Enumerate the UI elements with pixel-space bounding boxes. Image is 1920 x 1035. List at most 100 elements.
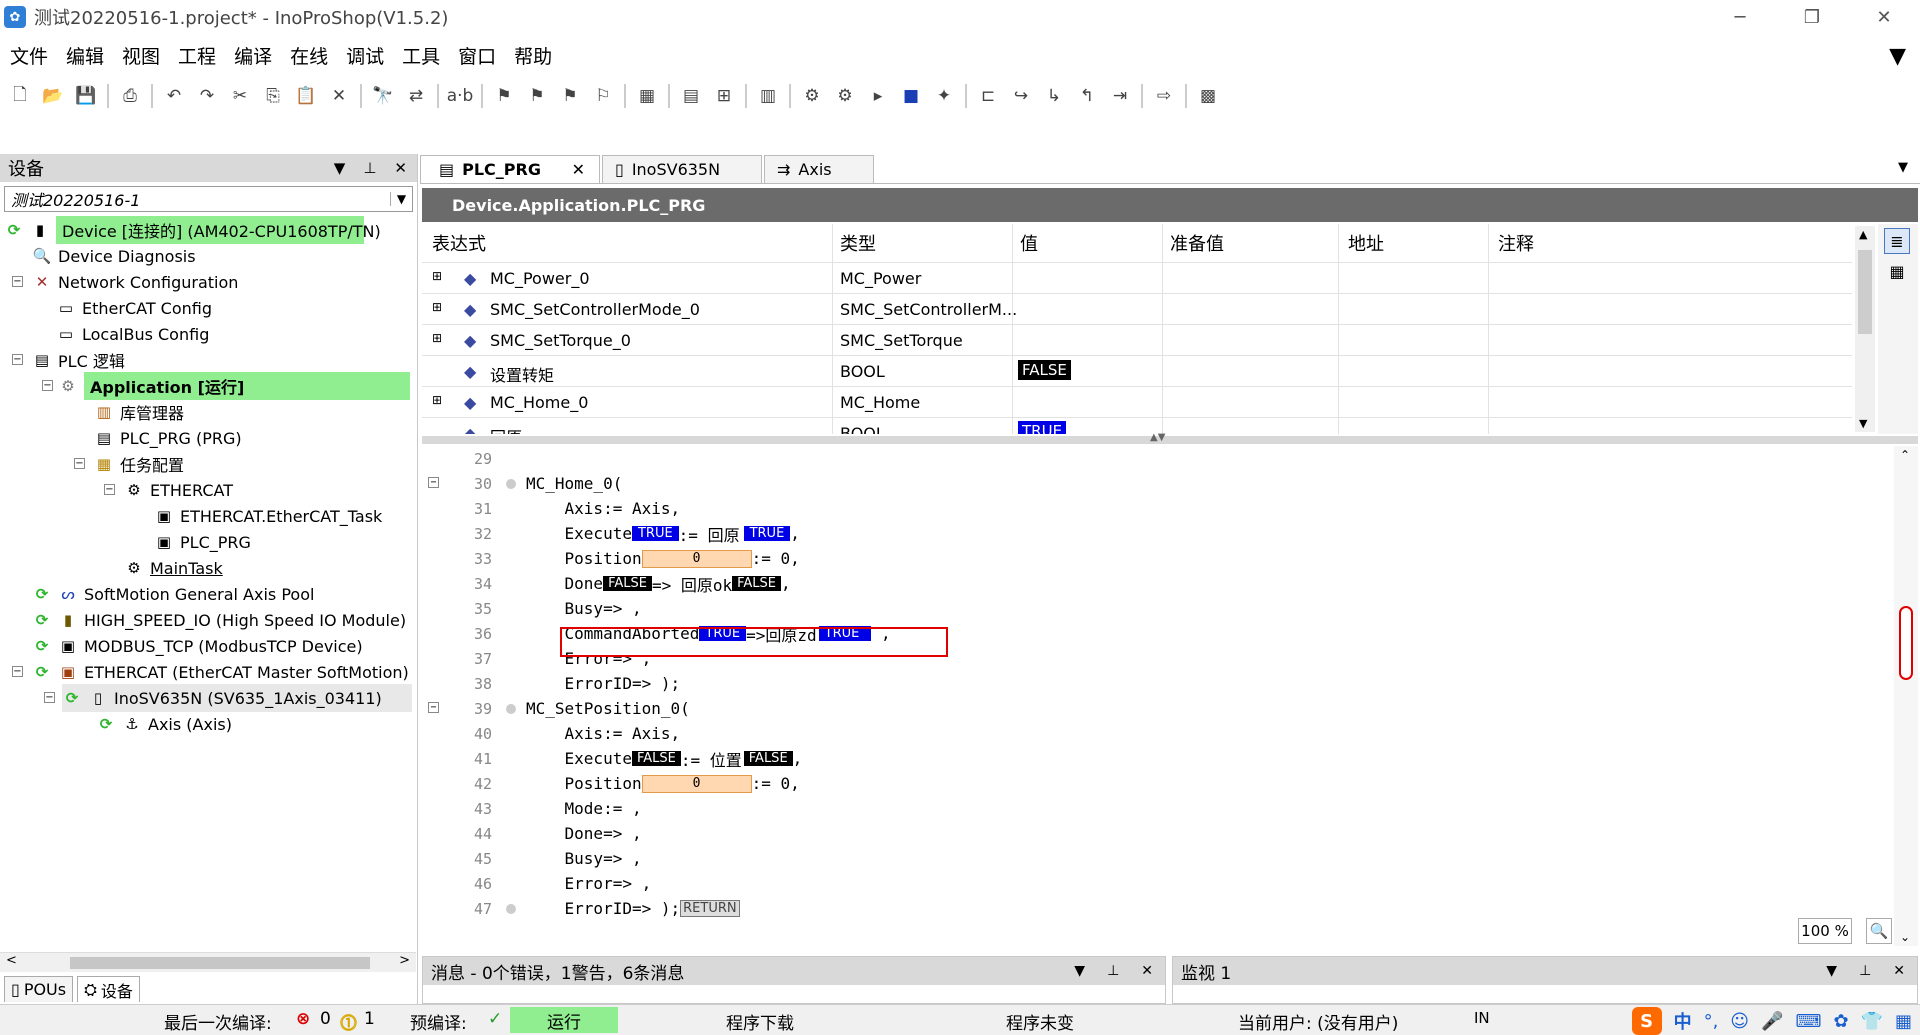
panel-menu-icon[interactable]: ▼ <box>334 159 346 177</box>
fold-icon[interactable]: − <box>428 477 439 488</box>
collapse-icon[interactable]: − <box>42 380 53 391</box>
step-over-icon[interactable]: ↪ <box>1009 84 1033 108</box>
emoji-icon[interactable]: ☺ <box>1730 1011 1749 1032</box>
tree-item-axis[interactable]: ⟳ ⚓ Axis (Axis) <box>96 710 232 738</box>
shirt-icon[interactable]: 👕 <box>1861 1011 1883 1032</box>
collapse-icon[interactable]: − <box>12 666 23 677</box>
panel-menu-icon[interactable]: ▼ <box>1074 963 1085 979</box>
skin-icon[interactable]: ✿ <box>1833 1011 1848 1032</box>
bookmark-prev-icon[interactable]: ⚑ <box>558 84 582 108</box>
tree-item-library-manager[interactable]: ▥ 库管理器 <box>94 398 184 426</box>
tree-item-ethercat-task-call[interactable]: ▣ ETHERCAT.EtherCAT_Task <box>154 502 382 530</box>
microphone-icon[interactable]: 🎤 <box>1761 1011 1783 1032</box>
breakpoint-marker[interactable] <box>506 478 516 489</box>
redo-icon[interactable]: ↷ <box>195 84 219 108</box>
close-button[interactable]: ✕ <box>1848 0 1920 34</box>
table-row[interactable]: ⊞ ◆ MC_Power_0 MC_Power <box>422 262 1852 293</box>
collapse-icon[interactable]: − <box>44 692 55 703</box>
filter-icon[interactable]: ▼ <box>1889 44 1906 69</box>
delete-icon[interactable]: ✕ <box>327 84 351 108</box>
tree-item-plc-prg-call[interactable]: ▣ PLC_PRG <box>154 528 251 556</box>
tree-item-application[interactable]: − ⚙ Application [运行] <box>42 372 412 400</box>
build-icon[interactable]: ▦ <box>635 84 659 108</box>
scroll-up-icon[interactable]: ⌃ <box>1900 448 1910 462</box>
tab-inosv635n[interactable]: ▯ InoSV635N <box>602 155 762 183</box>
bookmark-icon[interactable]: ⚑ <box>492 84 516 108</box>
column-header-expression[interactable]: 表达式 <box>432 230 486 256</box>
panel-close-icon[interactable]: ✕ <box>1141 963 1153 979</box>
tree-item-axis-pool[interactable]: ⟳ ᔕ SoftMotion General Axis Pool <box>32 580 315 608</box>
inline-monitor-value[interactable]: FALSE <box>732 576 782 591</box>
menu-build[interactable]: 编译 <box>234 42 272 69</box>
inline-monitor-value[interactable]: 0 <box>641 549 752 568</box>
sequence-icon[interactable]: ⇨ <box>1152 84 1176 108</box>
inline-monitor-value[interactable]: TRUE <box>631 526 679 541</box>
login-icon[interactable]: ⚙ <box>800 84 824 108</box>
pin-icon[interactable]: ⊥ <box>1107 963 1119 979</box>
tabular-view-icon[interactable]: ▦ <box>1884 258 1910 284</box>
panel-close-icon[interactable]: ✕ <box>394 159 407 177</box>
column-header-comment[interactable]: 注释 <box>1498 230 1534 256</box>
tab-axis[interactable]: ⇉ Axis <box>764 155 874 183</box>
scroll-right-icon[interactable]: > <box>399 953 410 968</box>
tree-item-localbus-config[interactable]: ▭ LocalBus Config <box>56 320 209 348</box>
tree-item-high-speed-io[interactable]: ⟳ ▮ HIGH_SPEED_IO (High Speed IO Module) <box>32 606 406 634</box>
save-icon[interactable]: 💾 <box>74 84 98 108</box>
add-object-icon[interactable]: ⊞ <box>712 84 736 108</box>
toolbox-icon[interactable]: ▦ <box>1895 1011 1912 1032</box>
column-header-type[interactable]: 类型 <box>840 230 876 256</box>
restore-button[interactable]: ❐ <box>1776 0 1848 34</box>
step-into-icon[interactable]: ↳ <box>1042 84 1066 108</box>
inline-monitor-value[interactable]: FALSE <box>743 751 793 766</box>
panel-close-icon[interactable]: ✕ <box>1893 963 1905 979</box>
project-selector[interactable]: 测试20220516-1 ▼ <box>4 186 413 212</box>
bookmark-clear-icon[interactable]: ⚐ <box>591 84 615 108</box>
tab-devices[interactable]: ⛭ 设备 <box>77 976 140 1002</box>
cut-icon[interactable]: ✂ <box>228 84 252 108</box>
zoom-icon[interactable]: 🔍 <box>1866 918 1892 944</box>
start-icon[interactable]: ▸ <box>866 84 890 108</box>
pin-icon[interactable]: ⊥ <box>363 159 376 177</box>
breakpoint-marker[interactable] <box>506 903 516 914</box>
scrollbar-thumb[interactable] <box>1899 606 1913 680</box>
ime-logo-icon[interactable]: S <box>1631 1007 1662 1035</box>
tab-close-icon[interactable]: ✕ <box>572 160 585 179</box>
minimize-button[interactable]: ─ <box>1704 0 1776 34</box>
menu-online[interactable]: 在线 <box>290 42 328 69</box>
editor-splitter[interactable]: ▲▼ <box>422 432 1918 444</box>
tabs-dropdown-icon[interactable]: ▼ <box>1898 160 1908 175</box>
inline-monitor-value[interactable]: FALSE <box>631 751 681 766</box>
ime-language[interactable]: 中 <box>1674 1008 1692 1034</box>
punctuation-icon[interactable]: °, <box>1704 1011 1719 1032</box>
ab-icon[interactable]: a·b <box>447 84 474 108</box>
inline-monitor-value[interactable]: 0 <box>641 774 752 793</box>
column-header-value[interactable]: 值 <box>1020 230 1038 256</box>
menu-help[interactable]: 帮助 <box>514 42 552 69</box>
watch-table-scrollbar[interactable]: ▲ ▼ <box>1855 226 1875 432</box>
tree-item-ethercat-config[interactable]: ▭ EtherCAT Config <box>56 294 212 322</box>
column-header-prepared-value[interactable]: 准备值 <box>1170 230 1224 256</box>
chevron-down-icon[interactable]: ▼ <box>390 192 412 206</box>
breakpoint-marker[interactable] <box>506 703 516 714</box>
column-header-address[interactable]: 地址 <box>1348 230 1384 256</box>
print-icon[interactable]: ⎙ <box>118 84 142 108</box>
expand-icon[interactable]: ⊞ <box>432 269 442 283</box>
table-row[interactable]: ◆ 回原 BOOL TRUE <box>422 417 1852 434</box>
tree-item-plc-prg[interactable]: ▤ PLC_PRG (PRG) <box>94 424 242 452</box>
menu-tools[interactable]: 工具 <box>402 42 440 69</box>
menu-window[interactable]: 窗口 <box>458 42 496 69</box>
scrollbar-thumb[interactable] <box>1858 250 1872 334</box>
collapse-icon[interactable]: − <box>12 276 23 287</box>
code-editor[interactable]: 29 −30 MC_Home_0( 31 Axis:= Axis, 32 Exec… <box>422 446 1882 946</box>
tree-item-modbus-tcp[interactable]: ⟳ ▣ MODBUS_TCP (ModbusTCP Device) <box>32 632 363 660</box>
bookmark-next-icon[interactable]: ⚑ <box>525 84 549 108</box>
menu-file[interactable]: 文件 <box>10 42 48 69</box>
device-icon[interactable]: ▤ <box>679 84 703 108</box>
replace-icon[interactable]: ⇄ <box>404 84 428 108</box>
step-out-icon[interactable]: ↰ <box>1075 84 1099 108</box>
expand-icon[interactable]: ⊞ <box>432 331 442 345</box>
tree-item-network[interactable]: − ✕ Network Configuration <box>12 268 238 296</box>
scroll-left-icon[interactable]: < <box>6 953 17 968</box>
menu-view[interactable]: 视图 <box>122 42 160 69</box>
tree-item-plc-logic[interactable]: − ▤ PLC 逻辑 <box>12 346 125 374</box>
